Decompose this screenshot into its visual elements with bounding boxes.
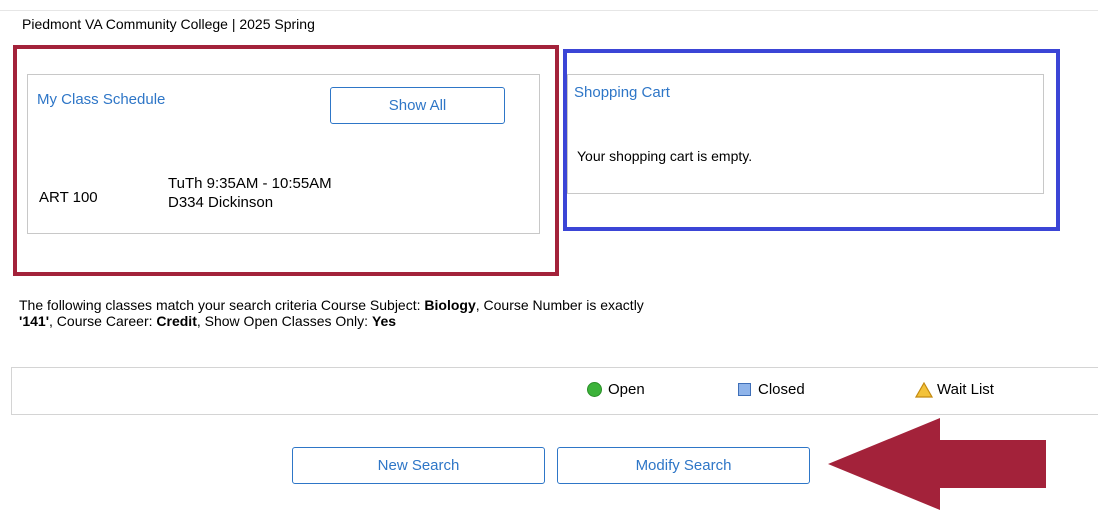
legend-wait-label: Wait List — [937, 381, 994, 398]
blue-square-icon — [738, 383, 751, 396]
search-criteria-text: The following classes match your search … — [19, 297, 819, 329]
green-circle-icon — [587, 382, 602, 397]
criteria-number-label: , Course Number is exactly — [475, 297, 644, 313]
legend-open-label: Open — [608, 381, 645, 398]
left-arrow-annotation — [828, 418, 1046, 510]
institution-term-label: Piedmont VA Community College | 2025 Spr… — [22, 16, 315, 32]
class-schedule-title: My Class Schedule — [37, 91, 166, 108]
shopping-cart-title: Shopping Cart — [574, 84, 670, 101]
course-time: TuTh 9:35AM - 10:55AM — [168, 175, 332, 192]
legend-wait-list: Wait List — [915, 381, 994, 398]
criteria-open-label: , Show Open Classes Only: — [196, 313, 372, 329]
legend-closed: Closed — [738, 381, 805, 398]
legend-open: Open — [587, 381, 645, 398]
criteria-career-label: , Course Career: — [49, 313, 157, 329]
criteria-number: '141' — [19, 313, 50, 329]
show-all-button[interactable]: Show All — [330, 87, 505, 124]
course-room: D334 Dickinson — [168, 194, 274, 211]
course-code: ART 100 — [39, 189, 98, 206]
criteria-open: Yes — [371, 313, 397, 329]
criteria-subject: Biology — [424, 297, 476, 313]
warning-triangle-icon — [915, 381, 933, 398]
cart-empty-message: Your shopping cart is empty. — [577, 148, 753, 164]
criteria-intro: The following classes match your search … — [19, 297, 425, 313]
header-divider — [0, 10, 1098, 11]
new-search-button[interactable]: New Search — [292, 447, 545, 484]
modify-search-button[interactable]: Modify Search — [557, 447, 810, 484]
legend-closed-label: Closed — [758, 381, 805, 398]
criteria-career: Credit — [156, 313, 197, 329]
